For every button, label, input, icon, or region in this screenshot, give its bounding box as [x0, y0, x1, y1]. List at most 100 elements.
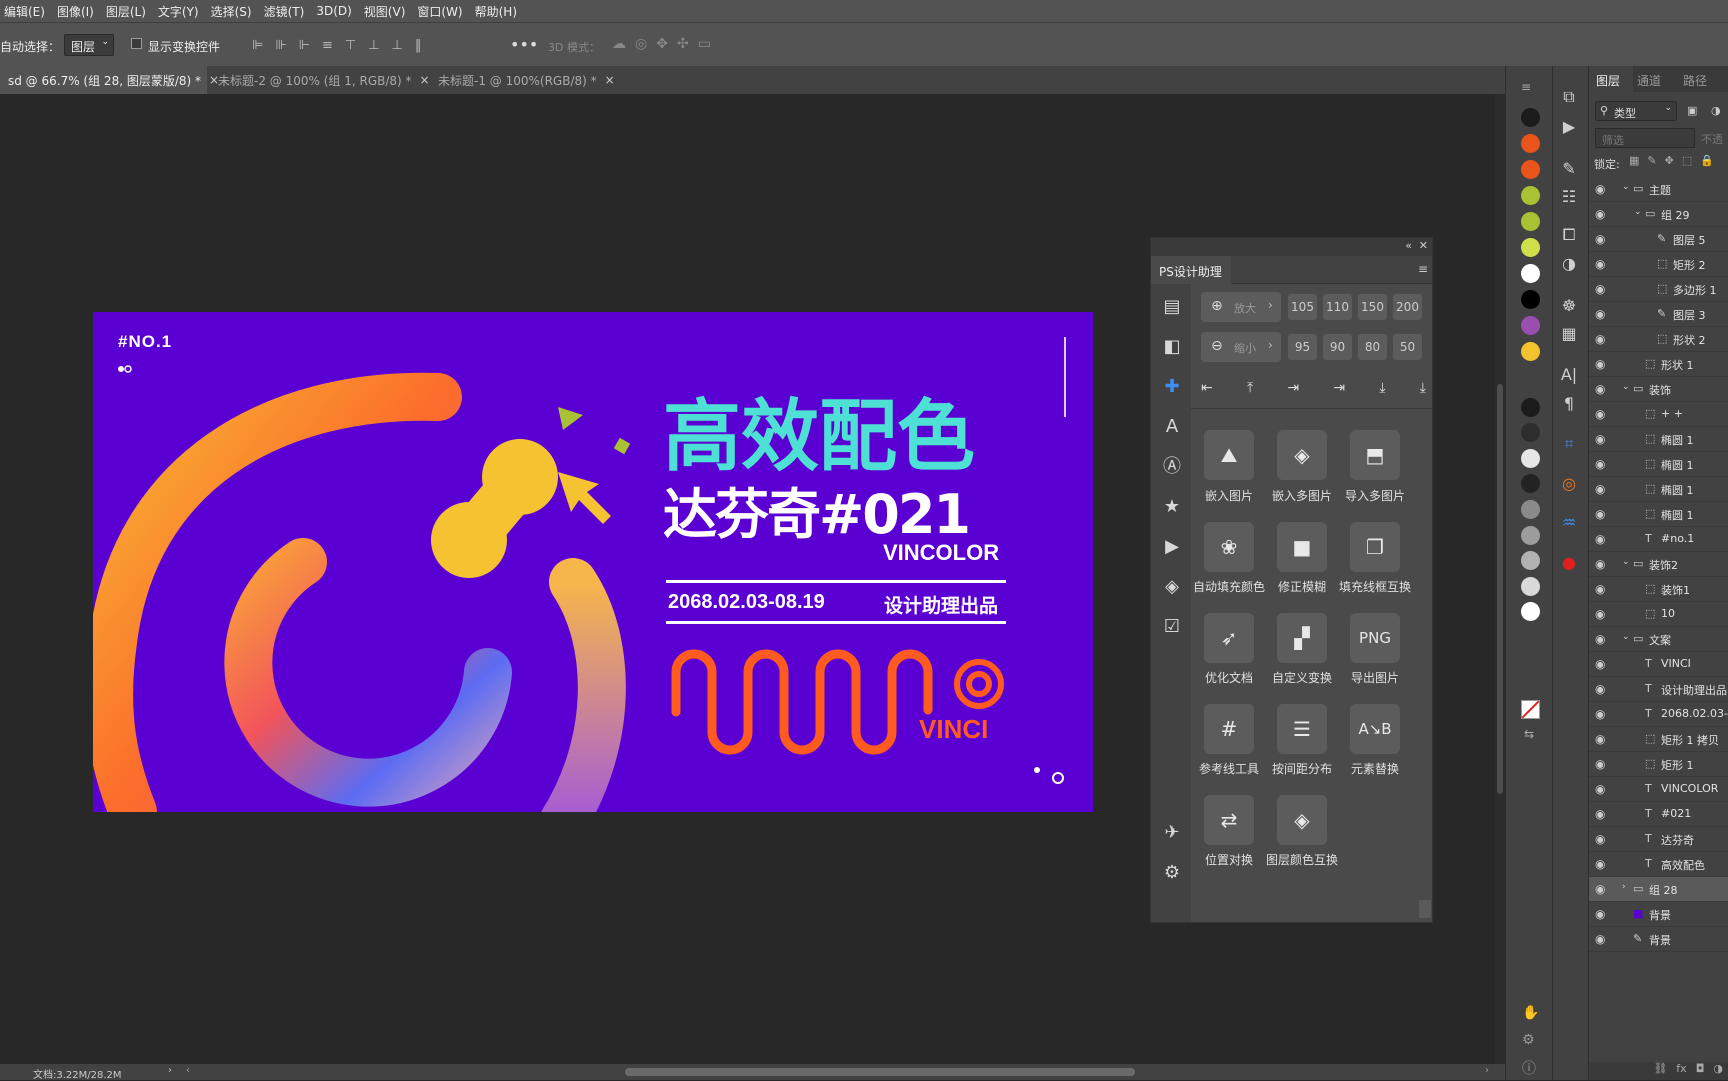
visibility-eye-icon[interactable]: ◉	[1595, 832, 1605, 846]
tab-channels[interactable]: 通道	[1637, 72, 1661, 89]
color-circles-icon[interactable]: ❀	[1204, 522, 1254, 572]
menu-item[interactable]: 窗口(W)	[417, 3, 462, 20]
chevron-down-icon[interactable]: ⌄	[1622, 632, 1630, 642]
zoom-90-button[interactable]: 90	[1323, 334, 1352, 360]
color-swatch[interactable]	[1521, 602, 1540, 621]
visibility-eye-icon[interactable]: ◉	[1595, 457, 1605, 471]
close-icon[interactable]: ×	[420, 73, 430, 87]
paragraph-icon[interactable]: ¶	[1556, 393, 1582, 415]
color-swatch[interactable]	[1521, 316, 1540, 335]
color-swatch[interactable]	[1521, 474, 1540, 493]
layer-row[interactable]: ◉ ✎ 背景	[1589, 927, 1728, 952]
layer-row[interactable]: ◉ T #021	[1589, 802, 1728, 827]
visibility-eye-icon[interactable]: ◉	[1595, 207, 1605, 221]
color-swatch[interactable]	[1521, 500, 1540, 519]
rocket-icon[interactable]: ➶	[1204, 613, 1254, 663]
zoom-50-button[interactable]: 50	[1393, 334, 1422, 360]
puzzle-icon[interactable]: ✚	[1161, 376, 1183, 398]
plugin-red-icon[interactable]: ●	[1556, 552, 1582, 574]
lock-paint-icon[interactable]: ✎	[1647, 154, 1656, 167]
close-icon[interactable]: ×	[605, 73, 615, 87]
png-icon[interactable]: PNG	[1350, 613, 1400, 663]
chevron-left-icon[interactable]: ‹	[186, 1065, 190, 1076]
gear-icon[interactable]: ⚙	[1522, 1032, 1535, 1048]
layer-row[interactable]: ◉ ⌄ ▭ 装饰	[1589, 377, 1728, 402]
tab-layers[interactable]: 图层	[1589, 66, 1633, 92]
visibility-eye-icon[interactable]: ◉	[1595, 332, 1605, 346]
align-bottom-edge-icon[interactable]: ⤓	[1420, 380, 1426, 400]
plugin-orange-icon[interactable]: ◎	[1556, 473, 1582, 495]
visibility-eye-icon[interactable]: ◉	[1595, 782, 1605, 796]
properties-icon[interactable]: ⧠	[1556, 224, 1582, 246]
menu-item[interactable]: 帮助(H)	[475, 3, 517, 20]
link-icon[interactable]: ⛓	[1653, 1062, 1667, 1080]
zoom-80-button[interactable]: 80	[1358, 334, 1387, 360]
layer-color-icon[interactable]: ◈	[1277, 795, 1327, 845]
layer-row[interactable]: ◉ ✎ 图层 5	[1589, 227, 1728, 252]
layer-search-input[interactable]: 筛选	[1595, 128, 1695, 148]
visibility-eye-icon[interactable]: ◉	[1595, 407, 1605, 421]
plugin-blue-icon[interactable]: ⌗	[1556, 433, 1582, 455]
tab-untitled-1[interactable]: 未标题-1 @ 100%(RGB/8) * ×	[430, 66, 620, 94]
layer-row[interactable]: ◉ ⬚ 装饰1	[1589, 577, 1728, 602]
square-icon[interactable]: ■	[1277, 522, 1327, 572]
zoom-out-control[interactable]: ⊖ 缩小 ›	[1201, 332, 1281, 362]
layer-row[interactable]: ◉ ✎ 图层 3	[1589, 302, 1728, 327]
color-swatch[interactable]	[1521, 134, 1540, 153]
font-search-icon[interactable]: Ⓐ	[1161, 456, 1183, 478]
chevron-down-icon[interactable]: ⌄	[1634, 207, 1642, 217]
ab-swap-icon[interactable]: A↘B	[1350, 704, 1400, 754]
transform-icon[interactable]: ▞	[1277, 613, 1327, 663]
resize-handle[interactable]	[1419, 900, 1431, 918]
show-transform-checkbox[interactable]	[131, 38, 142, 49]
chevron-right-icon[interactable]: ›	[1485, 1065, 1489, 1076]
zoom-110-button[interactable]: 110	[1323, 294, 1352, 320]
layer-row[interactable]: ◉ ⬚ 多边形 1	[1589, 277, 1728, 302]
layer-row[interactable]: ◉ ⬚ 10	[1589, 602, 1728, 627]
shapes-icon[interactable]: ◧	[1161, 336, 1183, 358]
layer-row[interactable]: ◉ ⌄ ▭ 装饰2	[1589, 552, 1728, 577]
layer-row[interactable]: ◉ ⌄ ▭ 主题	[1589, 177, 1728, 202]
menu-item[interactable]: 图层(L)	[106, 3, 146, 20]
lock-position-icon[interactable]: ✥	[1665, 154, 1674, 167]
visibility-eye-icon[interactable]: ◉	[1595, 507, 1605, 521]
zoom-in-control[interactable]: ⊕ 放大 ›	[1201, 292, 1281, 322]
layer-row[interactable]: ◉ T 达芬奇	[1589, 827, 1728, 852]
chevron-down-icon[interactable]: ⌄	[1622, 182, 1630, 192]
visibility-eye-icon[interactable]: ◉	[1595, 607, 1605, 621]
visibility-eye-icon[interactable]: ◉	[1595, 357, 1605, 371]
color-swatch[interactable]	[1521, 423, 1540, 442]
gear-icon[interactable]: ⚙	[1161, 862, 1183, 884]
layer-row[interactable]: ◉ ■ 背景	[1589, 902, 1728, 927]
lock-artboard-icon[interactable]: ⬚	[1682, 154, 1692, 167]
info-icon[interactable]: ⓘ	[1522, 1058, 1536, 1078]
menu-item[interactable]: 图像(I)	[57, 3, 94, 20]
menu-item[interactable]: 编辑(E)	[4, 3, 45, 20]
visibility-eye-icon[interactable]: ◉	[1595, 632, 1605, 646]
align-vcenter-icon[interactable]: ⤓	[1379, 380, 1385, 400]
visibility-eye-icon[interactable]: ◉	[1595, 282, 1605, 296]
collapse-icon[interactable]: «	[1405, 239, 1412, 252]
color-swatch[interactable]	[1521, 212, 1540, 231]
auto-select-dropdown[interactable]: 图层 ⌄	[64, 34, 114, 56]
color-swatch[interactable]	[1521, 108, 1540, 127]
panel-tab-title[interactable]: PS设计助理	[1151, 256, 1231, 284]
close-icon[interactable]: ✕	[1419, 239, 1428, 252]
character-icon[interactable]: A|	[1556, 364, 1582, 386]
pin-icon[interactable]: ✈	[1161, 822, 1183, 844]
layer-row[interactable]: ◉ › ▭ 组 28	[1589, 877, 1728, 902]
menu-item[interactable]: 文字(Y)	[158, 3, 199, 20]
distribute-h-icon[interactable]: ≡	[322, 38, 333, 54]
visibility-eye-icon[interactable]: ◉	[1595, 432, 1605, 446]
zoom-105-button[interactable]: 105	[1288, 294, 1317, 320]
history-icon[interactable]: ⧉	[1556, 86, 1582, 108]
plugin-hands-icon[interactable]: ♒	[1556, 512, 1582, 534]
menu-item[interactable]: 视图(V)	[364, 3, 406, 20]
visibility-eye-icon[interactable]: ◉	[1595, 257, 1605, 271]
menu-item[interactable]: 滤镜(T)	[264, 3, 305, 20]
color-swatch[interactable]	[1521, 577, 1540, 596]
tab-sd[interactable]: sd @ 66.7% (组 28, 图层蒙版/8) * ×	[0, 66, 219, 94]
color-swatch[interactable]	[1521, 264, 1540, 283]
color-swatch[interactable]	[1521, 449, 1540, 468]
mask-icon[interactable]: ◘	[1696, 1062, 1705, 1080]
